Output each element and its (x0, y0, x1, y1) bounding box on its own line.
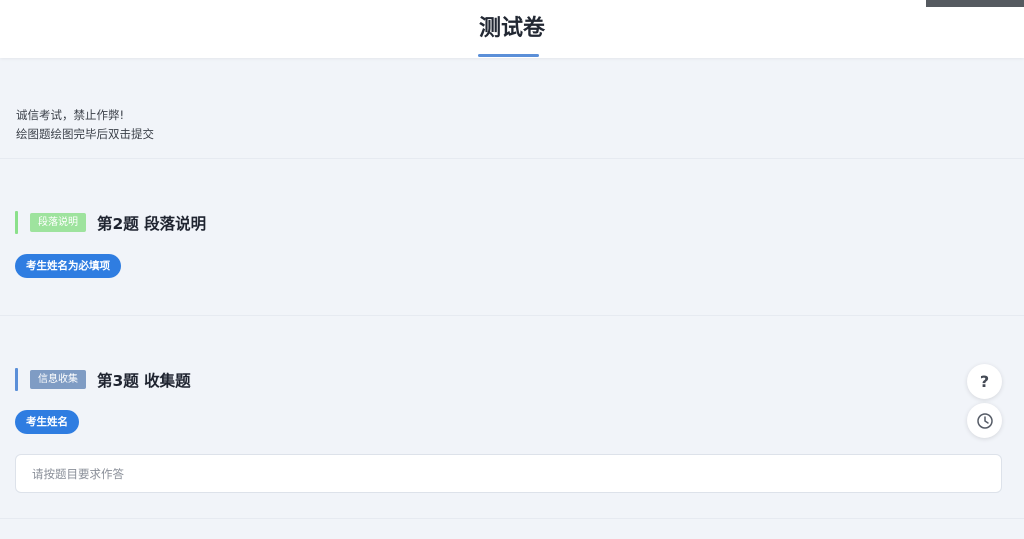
clock-icon (976, 412, 993, 429)
answer-input[interactable] (15, 454, 1002, 493)
question-3-header: 信息收集 第3题 收集题 (15, 368, 191, 391)
title-underline (478, 54, 539, 57)
question-2-header: 段落说明 第2题 段落说明 (15, 211, 206, 234)
history-button[interactable] (967, 403, 1002, 438)
field-name-badge: 考生姓名 (15, 410, 79, 434)
notice-line-2: 绘图题绘图完毕后双击提交 (16, 127, 154, 141)
question-2-type-tag: 段落说明 (30, 213, 86, 232)
required-name-badge: 考生姓名为必填项 (15, 254, 121, 278)
question-3-accent-bar (15, 368, 18, 391)
question-2-accent-bar (15, 211, 18, 234)
question-3-title: 第3题 收集题 (97, 371, 191, 390)
page-title: 测试卷 (478, 16, 545, 41)
question-2-section (0, 158, 1024, 315)
question-3-type-tag: 信息收集 (30, 370, 86, 389)
top-header: 测试卷 (0, 0, 1024, 58)
next-section (0, 518, 1024, 539)
exam-notice: 诚信考试，禁止作弊! 绘图题绘图完毕后双击提交 (16, 106, 154, 144)
question-2-title: 第2题 段落说明 (97, 214, 207, 233)
help-button[interactable]: ? (967, 364, 1002, 399)
corner-overlay (926, 0, 1024, 7)
notice-line-1: 诚信考试，禁止作弊! (16, 108, 125, 122)
help-icon: ? (979, 372, 990, 391)
